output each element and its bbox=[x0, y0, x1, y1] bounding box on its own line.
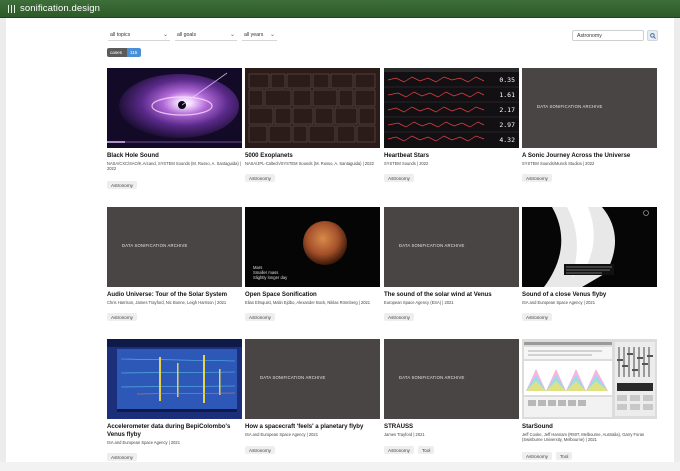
strauss-thumbnail[interactable]: DATA SONIFICATION ARCHIVE bbox=[384, 339, 519, 419]
case-title[interactable]: Accelerometer data during BepiColombo's … bbox=[107, 423, 242, 438]
site-name[interactable]: sonification.design bbox=[20, 3, 100, 14]
case-credit: ISA and European Space Agency | 2021 bbox=[245, 432, 318, 437]
solar-wind-thumbnail[interactable]: DATA SONIFICATION ARCHIVE bbox=[384, 207, 519, 287]
case-credit: ISA and European Space Agency | 2021 bbox=[522, 300, 595, 305]
case-credit: SYSTEM Sounds/Munck Studios | 2022 bbox=[522, 161, 595, 166]
archive-placeholder-text: DATA SONIFICATION ARCHIVE bbox=[122, 243, 188, 248]
case-count-label: cases bbox=[107, 48, 127, 57]
case-credit: ISA and European Space Agency | 2021 bbox=[107, 440, 180, 445]
black-hole-thumbnail[interactable] bbox=[107, 68, 242, 148]
case-credit: NASA/JPL-Caltech/SYSTEM Sounds (M. Russo… bbox=[245, 161, 374, 166]
tag-tool[interactable]: Tool bbox=[418, 446, 435, 454]
tag-astronomy[interactable]: Astronomy bbox=[522, 452, 552, 460]
search-button[interactable] bbox=[647, 30, 658, 41]
venus-flyby-thumbnail[interactable] bbox=[522, 207, 657, 287]
tag-astronomy[interactable]: Astronomy bbox=[107, 313, 137, 321]
accelerometer-thumbnail[interactable] bbox=[107, 339, 242, 419]
page-margin-right bbox=[674, 18, 680, 471]
exoplanets-thumbnail[interactable] bbox=[245, 68, 380, 148]
goals-filter[interactable]: all goals ⌄ bbox=[175, 30, 237, 41]
spacecraft-feels-thumbnail[interactable]: DATA SONIFICATION ARCHIVE bbox=[245, 339, 380, 419]
overlay-day: Slightly longer day bbox=[253, 275, 288, 280]
case-credit: NASA/CXC/SAO/K.Arcand, SYSTEM Sounds (M.… bbox=[107, 161, 241, 172]
chevron-down-icon: ⌄ bbox=[269, 32, 275, 38]
venus-flyby-image bbox=[522, 207, 657, 287]
case-title[interactable]: 5000 Exoplanets bbox=[245, 152, 380, 160]
search-icon bbox=[650, 33, 656, 39]
chevron-down-icon: ⌄ bbox=[162, 32, 168, 38]
exoplanets-grid-image bbox=[245, 68, 380, 148]
tag-astronomy[interactable]: Astronomy bbox=[522, 313, 552, 321]
case-title[interactable]: Heartbeat Stars bbox=[384, 152, 519, 160]
heartbeat-stars-thumbnail[interactable]: 0.35 1.61 2.17 2.97 4.32 bbox=[384, 68, 519, 148]
archive-placeholder-text: DATA SONIFICATION ARCHIVE bbox=[537, 104, 603, 109]
starsound-thumbnail[interactable] bbox=[522, 339, 657, 419]
case-title[interactable]: Black Hole Sound bbox=[107, 152, 242, 160]
tag-astronomy[interactable]: Astronomy bbox=[245, 174, 275, 182]
tag-astronomy[interactable]: Astronomy bbox=[245, 446, 275, 454]
case-title[interactable]: STRAUSS bbox=[384, 423, 519, 431]
tag-astronomy[interactable]: Astronomy bbox=[384, 446, 414, 454]
case-count-value: 115 bbox=[127, 48, 141, 57]
site-logo-icon[interactable] bbox=[8, 5, 15, 13]
case-credit: Chris Harrison, James Trayford, Nic Bonn… bbox=[107, 300, 227, 305]
tag-astronomy[interactable]: Astronomy bbox=[107, 181, 137, 189]
readout-3: 2.17 bbox=[499, 106, 515, 114]
topics-filter-value: all topics bbox=[110, 32, 131, 38]
case-title[interactable]: How a spacecraft 'feels' a planetary fly… bbox=[245, 423, 380, 431]
chevron-down-icon: ⌄ bbox=[229, 32, 235, 38]
case-credit: James Trayford | 2021 bbox=[384, 432, 425, 437]
tag-tool[interactable]: Tool bbox=[556, 452, 573, 460]
case-title[interactable]: A Sonic Journey Across the Universe bbox=[522, 152, 657, 160]
case-credit: Elias Elmquist, Malin Ejdbo, Alexander B… bbox=[245, 300, 371, 305]
tag-astronomy[interactable]: Astronomy bbox=[107, 453, 137, 461]
tag-astronomy[interactable]: Astronomy bbox=[384, 174, 414, 182]
tag-astronomy[interactable]: Astronomy bbox=[522, 174, 552, 182]
case-title[interactable]: Audio Universe: Tour of the Solar System bbox=[107, 291, 242, 299]
readout-4: 2.97 bbox=[499, 121, 515, 129]
readout-5: 4.32 bbox=[499, 136, 515, 144]
case-title[interactable]: StarSound bbox=[522, 423, 657, 431]
readout-1: 0.35 bbox=[499, 76, 515, 84]
black-hole-image bbox=[107, 68, 242, 148]
sonic-journey-thumbnail[interactable]: DATA SONIFICATION ARCHIVE bbox=[522, 68, 657, 148]
open-space-thumbnail[interactable]: Mars Smaller mass Slightly longer day bbox=[245, 207, 380, 287]
case-title[interactable]: Open Space Sonification bbox=[245, 291, 380, 299]
page-margin-left bbox=[0, 18, 6, 471]
archive-placeholder-text: DATA SONIFICATION ARCHIVE bbox=[399, 243, 465, 248]
case-credit: Jeff Cooke, Jeff Hannam (RMIT, Melbourne… bbox=[522, 432, 645, 443]
years-filter-value: all years bbox=[244, 32, 264, 38]
top-bar: sonification.design bbox=[0, 0, 680, 18]
bottom-bar bbox=[0, 462, 680, 471]
case-credit: SYSTEM Sounds | 2022 bbox=[384, 161, 429, 166]
spectrogram-image bbox=[107, 339, 242, 419]
case-credit: European Space Agency (ESA) | 2021 bbox=[384, 300, 454, 305]
tag-astronomy[interactable]: Astronomy bbox=[245, 313, 275, 321]
case-count-badge: cases 115 bbox=[107, 48, 141, 57]
case-title[interactable]: Sound of a close Venus flyby bbox=[522, 291, 657, 299]
readout-2: 1.61 bbox=[499, 91, 515, 99]
audio-universe-thumbnail[interactable]: DATA SONIFICATION ARCHIVE bbox=[107, 207, 242, 287]
tag-astronomy[interactable]: Astronomy bbox=[384, 313, 414, 321]
starsound-interface-image bbox=[522, 339, 657, 419]
goals-filter-value: all goals bbox=[177, 32, 197, 38]
years-filter[interactable]: all years ⌄ bbox=[242, 30, 277, 41]
search-input[interactable]: Astronomy bbox=[572, 30, 644, 41]
topics-filter[interactable]: all topics ⌄ bbox=[108, 30, 170, 41]
case-title[interactable]: The sound of the solar wind at Venus bbox=[384, 291, 519, 299]
archive-placeholder-text: DATA SONIFICATION ARCHIVE bbox=[399, 375, 465, 380]
archive-placeholder-text: DATA SONIFICATION ARCHIVE bbox=[260, 375, 326, 380]
